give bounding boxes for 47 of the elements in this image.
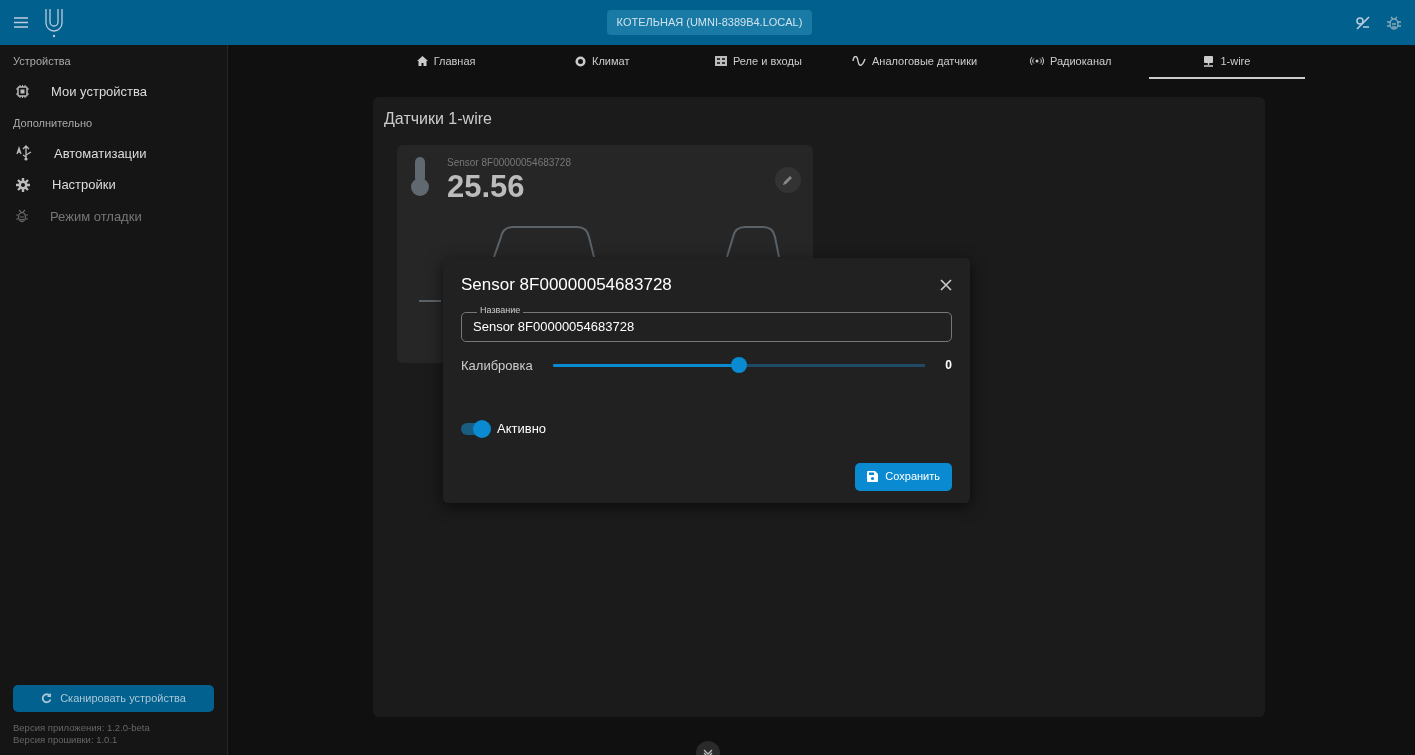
version-text: Версия прошивки: 1.0.1 [12,733,119,745]
section-heading: Устройства [12,54,72,69]
logo-icon [44,7,64,38]
chevron-down-icon [703,749,713,755]
tab[interactable]: Климат [524,45,681,79]
version-text: Версия приложения: 1.2.0-beta [12,722,151,734]
save-icon [867,471,879,482]
relay-icon [715,56,727,66]
slider-thumb[interactable] [731,357,747,374]
tab[interactable]: Реле и входы [680,45,837,79]
automation-icon [16,145,32,162]
settings-icon [16,177,30,192]
refresh-icon [41,693,53,705]
device-icon [1203,55,1215,67]
sidebar-item[interactable]: Автоматизации [0,137,227,169]
thermometer-icon [409,155,431,197]
bug-icon [16,209,28,224]
section-heading: Дополнительно [12,116,94,131]
gauge-icon [575,55,586,67]
sidebar-item[interactable]: Настройки [0,169,227,201]
sidebar-item[interactable]: Мои устройства [0,75,227,107]
radio-icon [1029,57,1044,65]
tab[interactable]: Радиоканал [992,45,1149,79]
dash-line [419,300,441,302]
home-icon [416,56,428,66]
scan-button[interactable]: Сканировать устройства [13,685,214,713]
device-title: КОТЕЛЬНАЯ (UMNI-8389B4.LOCAL) [606,10,813,35]
wave-icon [852,56,866,66]
dialog-title: Sensor 8F00000054683728 [461,274,672,296]
tab[interactable]: 1-wire [1148,45,1305,79]
panel-title: Датчики 1-wire [384,109,493,129]
tab[interactable]: Главная [368,45,525,79]
bug-icon[interactable] [1387,14,1401,31]
toggle-label: Активно [497,420,547,438]
slider-label: Калибровка [461,356,533,375]
weather-off-icon[interactable] [1355,14,1371,31]
edit-button[interactable] [775,166,801,193]
sensor-name: Sensor 8F00000054683728 [447,156,572,170]
slider-value: 0 [945,357,952,375]
chip-icon [16,84,29,98]
active-toggle[interactable] [461,422,489,435]
close-icon[interactable] [940,278,952,291]
pencil-icon [782,173,794,186]
menu-icon[interactable] [14,17,28,28]
tab[interactable]: Аналоговые датчики [836,45,993,79]
save-button[interactable]: Сохранить [855,462,952,491]
sensor-value: 25.56 [447,170,526,205]
